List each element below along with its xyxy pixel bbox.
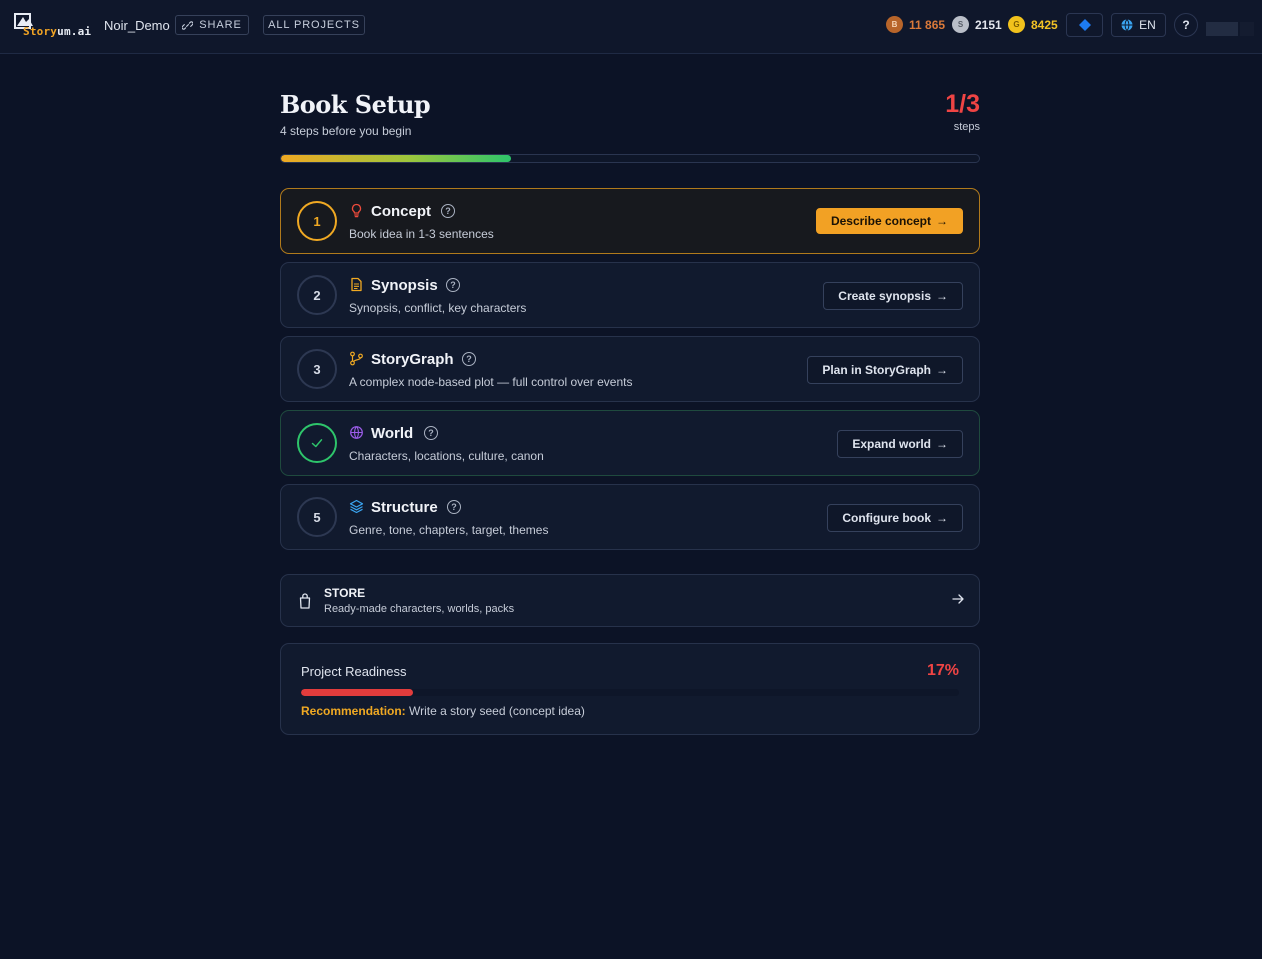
language-selector[interactable]: EN (1111, 13, 1166, 37)
arrow-right-icon: → (936, 214, 948, 228)
recommendation-label: Recommendation: (301, 704, 406, 718)
arrow-right-icon (952, 594, 964, 604)
arrow-right-icon: → (936, 363, 948, 377)
language-label: EN (1139, 18, 1156, 32)
button-label: Expand world (852, 437, 931, 451)
step-structure[interactable]: 5 Structure ? Genre, tone, chapters, tar… (280, 484, 980, 550)
step-title: Synopsis (371, 277, 438, 294)
recommendation: Recommendation: Write a story seed (conc… (301, 704, 585, 718)
check-icon (311, 439, 323, 448)
bronze-coin-icon: B (886, 16, 903, 33)
button-label: Plan in StoryGraph (822, 363, 931, 377)
shopping-bag-icon (299, 593, 311, 609)
silver-value: 2151 (975, 17, 1002, 32)
silver-coin-icon: S (952, 16, 969, 33)
bronze-value: 11 865 (909, 17, 946, 32)
steps-unit: steps (953, 121, 980, 133)
step-description: Genre, tone, chapters, target, themes (349, 523, 549, 537)
arrow-right-icon: → (936, 437, 948, 451)
create-synopsis-button[interactable]: Create synopsis → (823, 282, 963, 310)
layers-icon (349, 499, 364, 514)
diamond-icon (1078, 19, 1091, 31)
steps-count: 1/3 (945, 90, 980, 118)
help-button[interactable]: ? (1174, 13, 1198, 37)
project-name[interactable]: Noir_Demo (104, 18, 170, 33)
avatar[interactable] (1206, 22, 1238, 36)
silver-currency[interactable]: S 2151 (952, 16, 1002, 33)
step-number: 3 (297, 349, 337, 389)
help-icon[interactable]: ? (462, 352, 476, 366)
share-label: SHARE (199, 19, 242, 31)
globe-icon (1121, 19, 1133, 31)
describe-concept-button[interactable]: Describe concept → (815, 208, 963, 234)
step-description: Book idea in 1-3 sentences (349, 227, 494, 241)
gold-coin-icon: G (1008, 16, 1025, 33)
help-icon[interactable]: ? (441, 204, 455, 218)
readiness-progress-bar (301, 689, 959, 696)
step-title: World (371, 425, 414, 442)
button-label: Create synopsis (838, 289, 931, 303)
bronze-currency[interactable]: B 11 865 (886, 16, 945, 33)
store-title: STORE (324, 586, 366, 600)
step-number: 1 (297, 201, 337, 241)
plan-storygraph-button[interactable]: Plan in StoryGraph → (807, 356, 963, 384)
setup-progress-fill (281, 155, 512, 162)
share-button[interactable]: SHARE (175, 15, 249, 35)
link-icon (182, 20, 194, 30)
readiness-title: Project Readiness (301, 664, 407, 679)
step-world[interactable]: World ? Characters, locations, culture, … (280, 410, 980, 476)
lightbulb-icon (351, 203, 362, 218)
logo[interactable]: Storyum.ai (14, 13, 96, 39)
step-description: Characters, locations, culture, canon (349, 449, 544, 463)
page-subtitle: 4 steps before you begin (280, 124, 412, 138)
step-storygraph[interactable]: 3 StoryGraph ? A complex node-based plot… (280, 336, 980, 402)
avatar-edge (1240, 22, 1254, 36)
all-projects-button[interactable]: ALL PROJECTS (263, 15, 365, 35)
readiness-progress-fill (301, 689, 413, 696)
branch-icon (350, 351, 363, 366)
arrow-right-icon: → (936, 289, 948, 303)
step-number: 5 (297, 497, 337, 537)
logo-text: Storyum.ai (23, 25, 92, 38)
expand-world-button[interactable]: Expand world → (837, 430, 963, 458)
step-description: A complex node-based plot — full control… (349, 375, 633, 389)
step-title: Structure (371, 499, 438, 516)
button-label: Configure book (842, 511, 931, 525)
all-projects-label: ALL PROJECTS (268, 19, 360, 31)
top-bar: Storyum.ai Noir_Demo SHARE ALL PROJECTS … (0, 0, 1262, 54)
step-done-check (297, 423, 337, 463)
setup-progress-bar (280, 154, 980, 163)
step-description: Synopsis, conflict, key characters (349, 301, 527, 315)
step-synopsis[interactable]: 2 Synopsis ? Synopsis, conflict, key cha… (280, 262, 980, 328)
arrow-right-icon: → (936, 511, 948, 525)
project-readiness-card: Project Readiness 17% Recommendation: Wr… (280, 643, 980, 735)
store-description: Ready-made characters, worlds, packs (324, 603, 515, 615)
page-title: Book Setup (280, 90, 431, 119)
document-icon (351, 277, 362, 292)
store-card[interactable]: STORE Ready-made characters, worlds, pac… (280, 574, 980, 627)
gold-currency[interactable]: G 8425 (1008, 16, 1058, 33)
readiness-percent: 17% (926, 662, 959, 679)
step-concept[interactable]: 1 Concept ? Book idea in 1-3 sentences D… (280, 188, 980, 254)
step-number: 2 (297, 275, 337, 315)
configure-book-button[interactable]: Configure book → (827, 504, 963, 532)
recommendation-text: Write a story seed (concept idea) (409, 704, 585, 718)
step-title: StoryGraph (371, 351, 454, 368)
help-icon[interactable]: ? (447, 500, 461, 514)
premium-button[interactable] (1066, 13, 1103, 37)
help-icon[interactable]: ? (424, 426, 438, 440)
button-label: Describe concept (830, 214, 931, 228)
gold-value: 8425 (1031, 17, 1058, 32)
help-icon[interactable]: ? (446, 278, 460, 292)
globe-icon (350, 426, 363, 439)
step-title: Concept (371, 203, 431, 220)
